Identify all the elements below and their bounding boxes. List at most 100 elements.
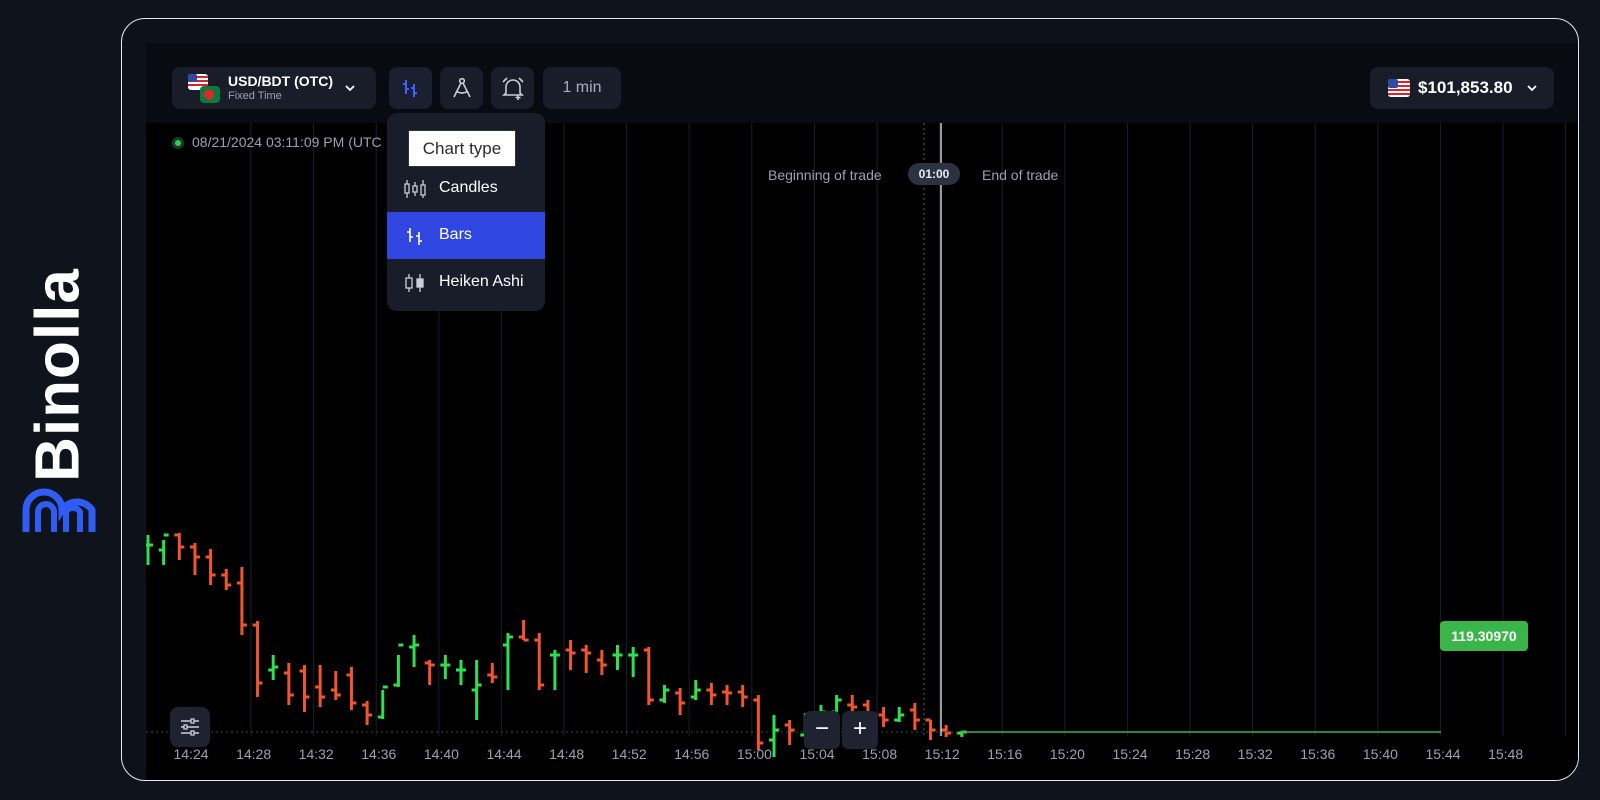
ohlc-bar <box>549 650 560 690</box>
time-tick-label: 14:24 <box>173 746 209 762</box>
ohlc-bar <box>628 647 639 677</box>
ohlc-bar <box>393 643 404 687</box>
ohlc-bar <box>706 683 717 705</box>
chart-type-menu: Chart type Candles Bars Heiken Ashi <box>387 113 545 311</box>
end-of-trade-label: End of trade <box>982 167 1059 183</box>
candles-icon <box>404 180 426 198</box>
ohlc-bar <box>596 650 607 675</box>
bars-chart-icon <box>403 80 417 97</box>
timeframe-selector[interactable]: 1 min <box>543 67 621 109</box>
time-tick-label: 15:36 <box>1300 746 1336 762</box>
ohlc-bar <box>189 543 200 575</box>
price-alert-button[interactable] <box>491 67 534 109</box>
ohlc-bar <box>158 533 169 565</box>
asset-mode: Fixed Time <box>228 90 282 102</box>
ohlc-bar <box>878 707 889 727</box>
menu-item-label: Candles <box>439 179 498 196</box>
ohlc-bar <box>299 665 310 712</box>
time-tick-label: 15:28 <box>1175 746 1211 762</box>
ohlc-bar <box>502 633 513 690</box>
menu-item-label: Heiken Ashi <box>439 273 524 290</box>
time-tick-label: 14:32 <box>298 746 334 762</box>
expiry-countdown: 01:00 <box>908 163 960 185</box>
time-axis: 14:24 14:28 14:32 14:36 14:40 14:44 14:48 14:52… <box>146 736 1578 776</box>
time-tick-label: 15:24 <box>1112 746 1148 762</box>
chevron-down-icon <box>345 85 355 92</box>
time-tick-label: 14:44 <box>486 746 522 762</box>
time-tick-label: 15:20 <box>1049 746 1085 762</box>
brand-name: Binolla <box>23 268 93 482</box>
time-tick-label: 14:56 <box>674 746 710 762</box>
ohlc-bar <box>315 665 326 707</box>
time-tick-label: 15:48 <box>1488 746 1524 762</box>
chevron-down-icon <box>1527 85 1537 92</box>
ohlc-bar <box>612 645 623 670</box>
ohlc-bar <box>659 685 670 703</box>
time-tick-label: 14:48 <box>549 746 585 762</box>
ohlc-bar <box>174 533 185 560</box>
time-tick-label: 15:08 <box>862 746 898 762</box>
ohlc-bar <box>534 633 545 690</box>
ohlc-bar <box>456 660 466 685</box>
current-price-tag: 119.30970 <box>1440 621 1528 651</box>
heiken-ashi-icon <box>405 274 424 292</box>
time-tick-label: 15:04 <box>799 746 835 762</box>
price-chart[interactable]: 08/21/2024 03:11:09 PM (UTC Beginning of… <box>146 123 1578 780</box>
menu-item-candles[interactable]: Candles <box>387 165 545 212</box>
ohlc-bar <box>909 703 920 730</box>
time-tick-label: 14:40 <box>423 746 459 762</box>
brand-panel: Binolla <box>0 0 120 800</box>
balance-amount: $101,853.80 <box>1418 78 1513 97</box>
chart-type-button[interactable] <box>389 67 432 109</box>
ohlc-bar <box>330 671 341 700</box>
live-indicator-icon <box>172 137 184 149</box>
ohlc-bar <box>362 701 373 725</box>
server-time: 08/21/2024 03:11:09 PM (UTC <box>192 134 382 150</box>
drawing-tools-button[interactable] <box>440 67 483 109</box>
sliders-icon <box>181 718 199 736</box>
ohlc-bar <box>424 660 435 685</box>
ohlc-bar <box>487 663 498 683</box>
time-tick-label: 15:00 <box>736 746 772 762</box>
ohlc-bar <box>518 620 529 642</box>
ohlc-bar <box>205 549 216 585</box>
ohlc-bar <box>440 655 451 679</box>
ohlc-bar <box>565 640 576 670</box>
chart-canvas <box>146 123 1567 757</box>
ohlc-bar <box>252 621 263 697</box>
ohlc-bar <box>268 655 279 680</box>
binolla-logo-icon <box>22 488 96 532</box>
top-toolbar: USD/BDT (OTC) Fixed Time 1 min $101,853.… <box>146 43 1578 123</box>
us-flag-icon <box>1388 79 1410 97</box>
ohlc-bar <box>471 660 482 720</box>
ohlc-bar <box>737 685 748 707</box>
ohlc-bar <box>690 680 701 700</box>
time-tick-label: 15:32 <box>1237 746 1273 762</box>
bars-icon <box>407 228 422 245</box>
chart-type-tooltip: Chart type <box>408 130 516 167</box>
usd-bdt-flags-icon <box>188 74 220 103</box>
ohlc-bar <box>581 645 592 673</box>
ohlc-bar <box>236 567 247 635</box>
ohlc-bar <box>894 707 905 722</box>
ohlc-bar <box>722 685 733 705</box>
ohlc-bar <box>409 635 420 667</box>
ohlc-bar <box>377 685 388 719</box>
menu-item-heiken-ashi[interactable]: Heiken Ashi <box>387 259 545 306</box>
ohlc-bar <box>346 667 357 710</box>
ohlc-bar <box>675 688 686 715</box>
time-tick-label: 14:28 <box>236 746 272 762</box>
asset-name: USD/BDT (OTC) <box>228 73 333 89</box>
time-tick-label: 15:40 <box>1362 746 1398 762</box>
time-tick-label: 15:16 <box>987 746 1023 762</box>
balance-selector[interactable]: $101,853.80 <box>1370 67 1554 109</box>
asset-selector[interactable]: USD/BDT (OTC) Fixed Time <box>172 67 376 109</box>
ohlc-bar <box>221 569 232 590</box>
menu-item-label: Bars <box>439 226 472 243</box>
ohlc-bar <box>643 647 654 705</box>
alarm-add-icon <box>502 77 524 100</box>
trading-app: USD/BDT (OTC) Fixed Time 1 min $101,853.… <box>146 43 1578 780</box>
menu-item-bars[interactable]: Bars <box>387 212 545 259</box>
ohlc-bar <box>283 663 294 705</box>
time-tick-label: 15:44 <box>1425 746 1461 762</box>
